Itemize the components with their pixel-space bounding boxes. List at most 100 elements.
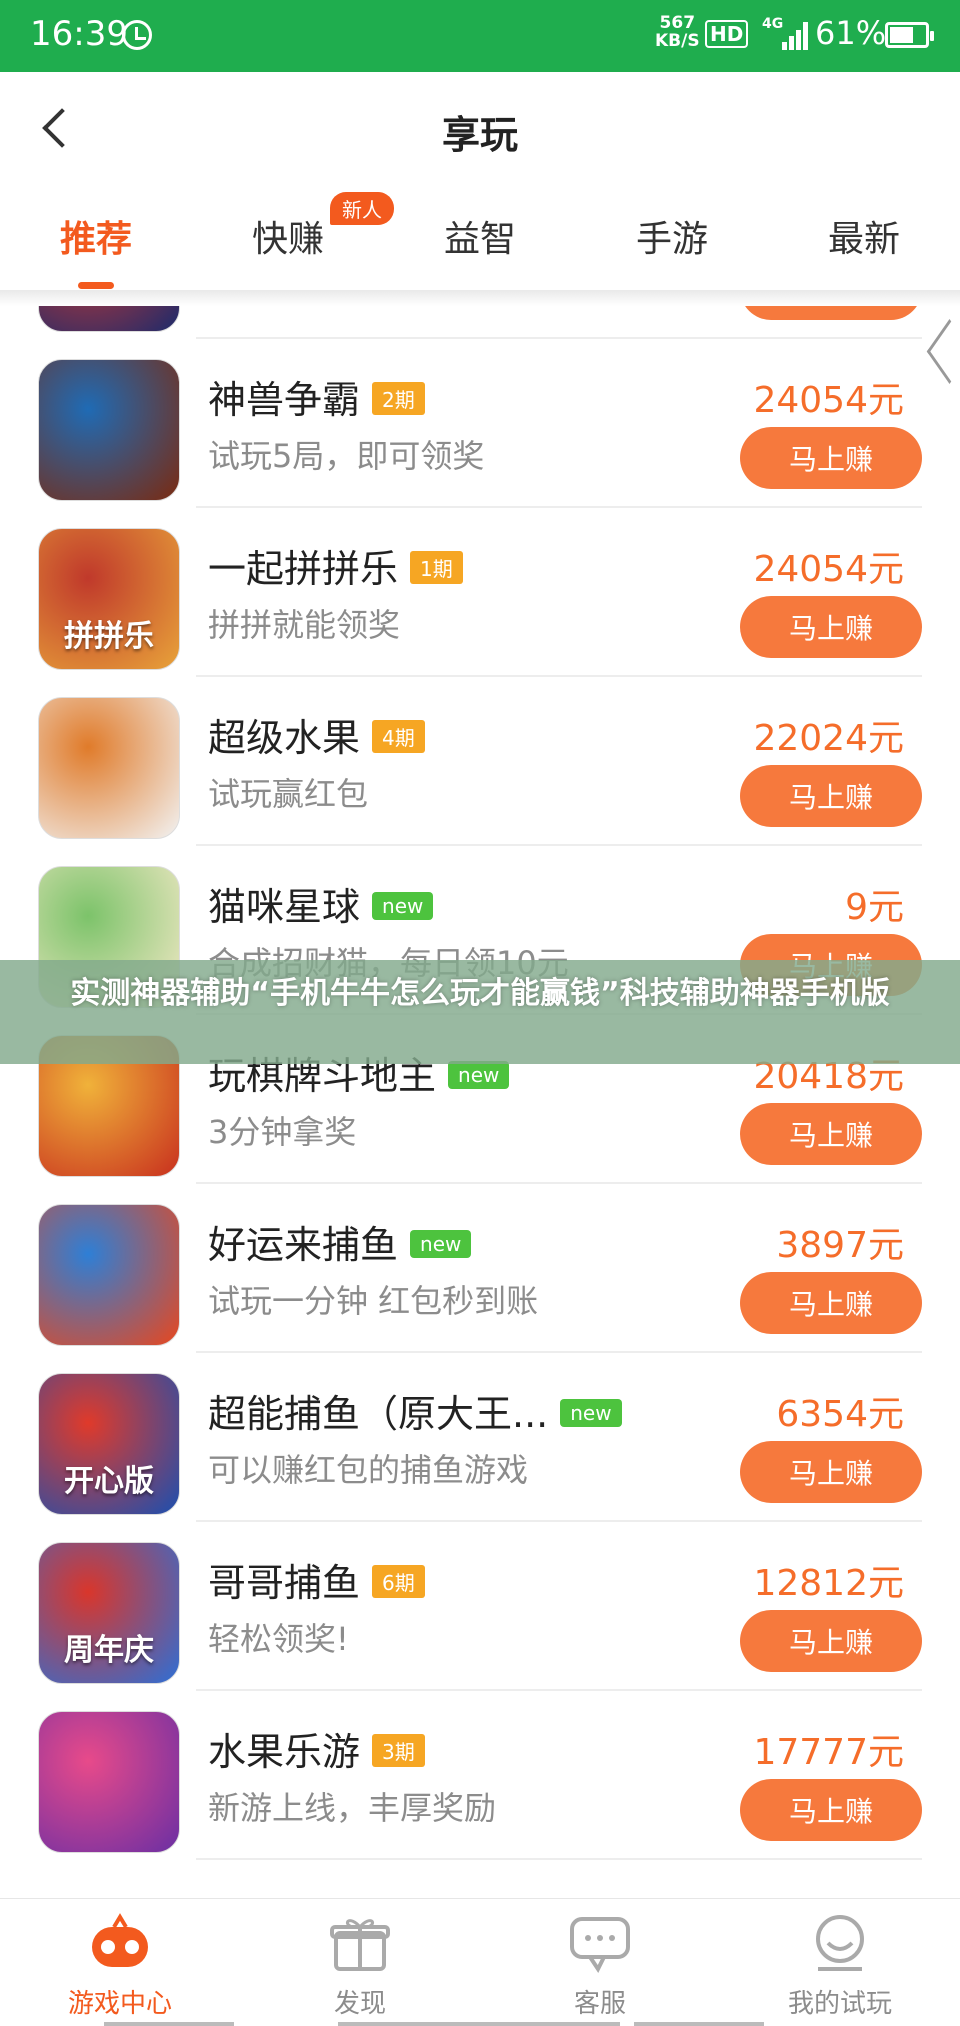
- earn-now-button[interactable]: 马上赚: [740, 1103, 922, 1165]
- reward-amount: 22024元: [753, 718, 904, 759]
- earn-now-button[interactable]: 马上赚: [740, 306, 922, 320]
- app-icon[interactable]: [38, 306, 180, 332]
- app-name: 一起拼拼乐 1期: [208, 538, 463, 593]
- issue-badge: 2期: [372, 382, 425, 415]
- issue-badge: 3期: [372, 1734, 425, 1767]
- app-name: 哥哥捕鱼 6期: [208, 1552, 425, 1607]
- alarm-icon: [122, 20, 152, 50]
- list-item[interactable]: 好运来捕鱼 new 试玩一分钟 红包秒到账 3897元马上赚: [0, 1184, 960, 1353]
- reward-amount: 9元: [845, 887, 904, 928]
- app-list[interactable]: 豪车争霸3期高额奖励 玩就拿奖25456元马上赚神兽争霸2期试玩5局，即可领奖 2…: [0, 306, 960, 1898]
- nav-discover[interactable]: 发现: [240, 1909, 480, 2026]
- list-item[interactable]: 周年庆 哥哥捕鱼 6期轻松领奖! 12812元马上赚: [0, 1522, 960, 1691]
- tab-recommend[interactable]: 推荐: [0, 210, 192, 262]
- nav-separator: [634, 2022, 764, 2026]
- app-name: 神兽争霸 2期: [208, 369, 425, 424]
- gift-icon: [330, 1919, 390, 1971]
- reward-amount: 12812元: [753, 1563, 904, 1604]
- app-description: 可以赚红包的捕鱼游戏: [208, 1451, 529, 1489]
- nav-game-center[interactable]: 游戏中心: [0, 1909, 240, 2026]
- page-title: 享玩: [441, 113, 518, 157]
- nav-label: 我的试玩: [787, 1989, 892, 2019]
- app-name: 水果乐游 3期: [208, 1721, 425, 1776]
- earn-now-button[interactable]: 马上赚: [740, 1779, 922, 1841]
- reward-amount: 24054元: [753, 549, 904, 590]
- earn-now-button[interactable]: 马上赚: [740, 1272, 922, 1334]
- issue-badge: new: [372, 891, 434, 920]
- tab-mobile-games[interactable]: 手游: [576, 210, 768, 262]
- nav-label: 客服: [573, 1989, 626, 2019]
- app-description: 轻松领奖!: [208, 1620, 349, 1658]
- issue-badge: new: [560, 1398, 622, 1427]
- issue-badge: 4期: [372, 720, 425, 753]
- divider: [196, 1858, 922, 1860]
- list-item[interactable]: 神兽争霸 2期试玩5局，即可领奖 24054元马上赚: [0, 339, 960, 508]
- issue-badge: 1期: [410, 551, 463, 584]
- earn-now-button[interactable]: 马上赚: [740, 596, 922, 658]
- reward-amount: 24054元: [753, 380, 904, 421]
- profile-icon: [816, 1915, 864, 1971]
- bottom-nav: 游戏中心 发现 客服 我的试玩: [0, 1898, 960, 2026]
- app-name: 超能捕鱼（原大王... new: [208, 1383, 622, 1438]
- chat-icon: [570, 1917, 630, 1973]
- scroll-handle-icon[interactable]: [920, 320, 950, 400]
- overlay-text: 实测神器辅助“手机牛牛怎么玩才能赢钱”科技辅助神器手机版: [70, 976, 890, 1011]
- app-name: 好运来捕鱼 new: [208, 1214, 472, 1269]
- icon-label: 开心版: [64, 1464, 154, 1499]
- app-description: 高额奖励 玩就拿奖: [208, 306, 474, 308]
- app-description: 试玩5局，即可领奖: [208, 437, 485, 475]
- earn-now-button[interactable]: 马上赚: [740, 765, 922, 827]
- reward-amount: 3897元: [776, 1225, 904, 1266]
- list-item[interactable]: 开心版 超能捕鱼（原大王... new 可以赚红包的捕鱼游戏 6354元马上赚: [0, 1353, 960, 1522]
- issue-badge: new: [448, 1060, 510, 1089]
- app-icon[interactable]: [38, 697, 180, 839]
- tab-puzzle[interactable]: 益智: [384, 210, 576, 262]
- app-name: 超级水果 4期: [208, 707, 425, 762]
- app-icon[interactable]: 拼拼乐: [38, 528, 180, 670]
- nav-my-trials[interactable]: 我的试玩: [720, 1909, 960, 2026]
- nav-separator: [338, 2022, 620, 2026]
- app-icon[interactable]: 开心版: [38, 1373, 180, 1515]
- status-bar: 16:39 567 KB/S HD 4G 61%: [0, 0, 960, 72]
- overlay-banner: 实测神器辅助“手机牛牛怎么玩才能赢钱”科技辅助神器手机版: [0, 960, 960, 1064]
- app-icon[interactable]: 周年庆: [38, 1542, 180, 1684]
- app-description: 3分钟拿奖: [208, 1113, 357, 1151]
- hd-icon: HD: [705, 20, 749, 48]
- app-icon[interactable]: [38, 1204, 180, 1346]
- app-icon[interactable]: [38, 1711, 180, 1853]
- earn-now-button[interactable]: 马上赚: [740, 1610, 922, 1672]
- signal-icon: [778, 20, 808, 50]
- icon-label: 拼拼乐: [64, 619, 154, 654]
- app-description: 试玩一分钟 红包秒到账: [208, 1282, 539, 1320]
- app-name: 猫咪星球 new: [208, 876, 434, 931]
- issue-badge: new: [410, 1229, 472, 1258]
- nav-label: 游戏中心: [67, 1989, 172, 2019]
- list-item[interactable]: 水果乐游 3期 新游上线，丰厚奖励 17777元 马上赚: [0, 1691, 960, 1860]
- reward-amount: 17777元: [753, 1732, 904, 1773]
- earn-now-button[interactable]: 马上赚: [740, 427, 922, 489]
- app-header: 享玩: [0, 72, 960, 190]
- battery-icon: [885, 22, 934, 48]
- tab-active-indicator: [78, 282, 114, 289]
- clock: 16:39: [30, 14, 128, 54]
- list-item[interactable]: 豪车争霸3期高额奖励 玩就拿奖25456元马上赚: [0, 306, 960, 339]
- list-item[interactable]: 拼拼乐 一起拼拼乐 1期拼拼就能领奖 24054元马上赚: [0, 508, 960, 677]
- icon-label: 周年庆: [64, 1633, 154, 1668]
- nav-customer-service[interactable]: 客服: [480, 1909, 720, 2026]
- earn-now-button[interactable]: 马上赚: [740, 1441, 922, 1503]
- app-icon[interactable]: [38, 359, 180, 501]
- network-speed: 567 KB/S: [655, 13, 700, 51]
- reward-amount: 6354元: [776, 1394, 904, 1435]
- list-item[interactable]: 超级水果 4期试玩赢红包 22024元马上赚: [0, 677, 960, 846]
- battery-percent: 61%: [815, 14, 887, 52]
- app-description: 拼拼就能领奖: [208, 606, 401, 644]
- nav-separator: [104, 2022, 234, 2026]
- gamepad-icon: [92, 1913, 148, 1967]
- app-description: 试玩赢红包: [208, 775, 369, 813]
- issue-badge: 6期: [372, 1565, 425, 1598]
- tab-newest[interactable]: 最新: [768, 210, 960, 262]
- category-tabs: 推荐 快赚 新人 益智 手游 最新: [0, 190, 960, 290]
- nav-label: 发现: [333, 1989, 386, 2019]
- app-list-content: 豪车争霸3期高额奖励 玩就拿奖25456元马上赚神兽争霸2期试玩5局，即可领奖 2…: [0, 306, 960, 1860]
- header-shadow: [0, 290, 960, 306]
